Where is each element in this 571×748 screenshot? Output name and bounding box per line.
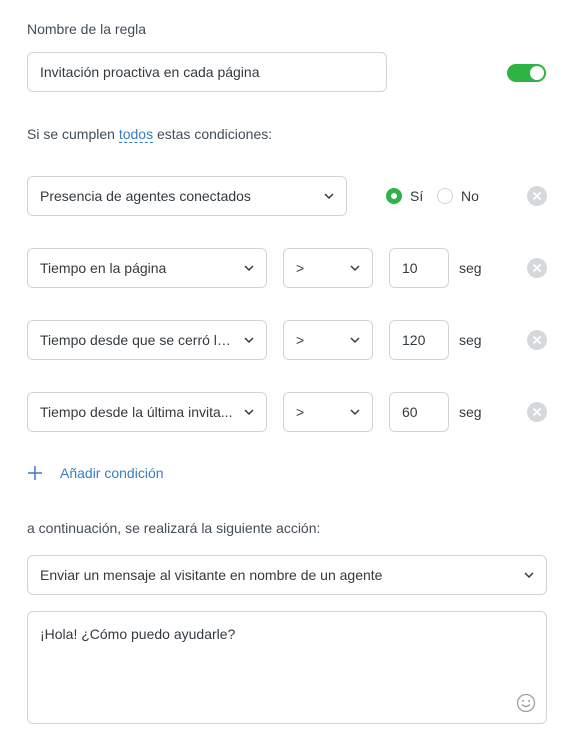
condition-operator-value: >	[296, 260, 305, 276]
rule-name-input[interactable]: Invitación proactiva en cada página	[27, 52, 387, 92]
action-select-value: Enviar un mensaje al visitante en nombre…	[40, 567, 383, 583]
radio-yes[interactable]	[386, 188, 402, 204]
conditions-suffix: estas condiciones:	[156, 126, 273, 142]
condition-field-value: Tiempo desde que se cerró la ...	[40, 332, 236, 348]
condition-value: 10	[402, 260, 418, 276]
radio-yes-label: Sí	[410, 188, 424, 204]
chevron-down-icon	[244, 337, 254, 344]
radio-no-label: No	[461, 188, 479, 204]
chevron-down-icon	[324, 193, 334, 200]
condition-field-select[interactable]: Tiempo desde la última invita...	[27, 392, 267, 432]
chevron-down-icon	[524, 572, 534, 579]
condition-operator-select[interactable]: >	[283, 392, 373, 432]
chevron-down-icon	[244, 265, 254, 272]
plus-icon	[28, 466, 42, 480]
radio-no[interactable]	[437, 188, 453, 204]
remove-condition-icon[interactable]	[527, 186, 547, 206]
condition-unit: seg	[459, 404, 482, 420]
condition-operator-select[interactable]: >	[283, 320, 373, 360]
condition-value: 120	[402, 332, 426, 348]
chevron-down-icon	[350, 337, 360, 344]
action-select[interactable]: Enviar un mensaje al visitante en nombre…	[27, 555, 547, 595]
condition-value-input[interactable]: 120	[389, 320, 449, 360]
condition-operator-value: >	[296, 332, 305, 348]
remove-condition-icon[interactable]	[527, 258, 547, 278]
condition-field-select[interactable]: Tiempo en la página	[27, 248, 267, 288]
condition-unit: seg	[459, 332, 482, 348]
condition-operator-select[interactable]: >	[283, 248, 373, 288]
condition-value-input[interactable]: 60	[389, 392, 449, 432]
message-textarea[interactable]: ¡Hola! ¿Cómo puedo ayudarle?	[27, 611, 547, 724]
rule-enabled-toggle[interactable]	[507, 64, 546, 82]
chevron-down-icon	[244, 409, 254, 416]
condition-field-value: Tiempo en la página	[40, 260, 167, 276]
condition-field-select[interactable]: Presencia de agentes conectados	[27, 176, 347, 216]
remove-condition-icon[interactable]	[527, 330, 547, 350]
condition-unit: seg	[459, 260, 482, 276]
condition-value: 60	[402, 404, 418, 420]
chevron-down-icon	[350, 409, 360, 416]
condition-value-input[interactable]: 10	[389, 248, 449, 288]
add-condition-button[interactable]: Añadir condición	[27, 465, 164, 481]
rule-name-value: Invitación proactiva en cada página	[40, 64, 260, 80]
action-label: a continuación, se realizará la siguient…	[27, 520, 321, 536]
add-condition-label: Añadir condición	[60, 465, 164, 481]
condition-operator-value: >	[296, 404, 305, 420]
smiley-icon[interactable]	[516, 693, 536, 713]
toggle-knob-icon	[530, 66, 544, 80]
rule-name-label: Nombre de la regla	[27, 21, 147, 37]
remove-condition-icon[interactable]	[527, 402, 547, 422]
condition-field-select[interactable]: Tiempo desde que se cerró la ...	[27, 320, 267, 360]
conditions-prefix: Si se cumplen	[27, 126, 115, 142]
message-text: ¡Hola! ¿Cómo puedo ayudarle?	[40, 626, 236, 642]
condition-field-value: Tiempo desde la última invita...	[40, 404, 233, 420]
conditions-mode-link[interactable]: todos	[118, 126, 154, 143]
condition-field-value: Presencia de agentes conectados	[40, 188, 251, 204]
conditions-header: Si se cumplen todos estas condiciones:	[27, 126, 273, 143]
chevron-down-icon	[350, 265, 360, 272]
